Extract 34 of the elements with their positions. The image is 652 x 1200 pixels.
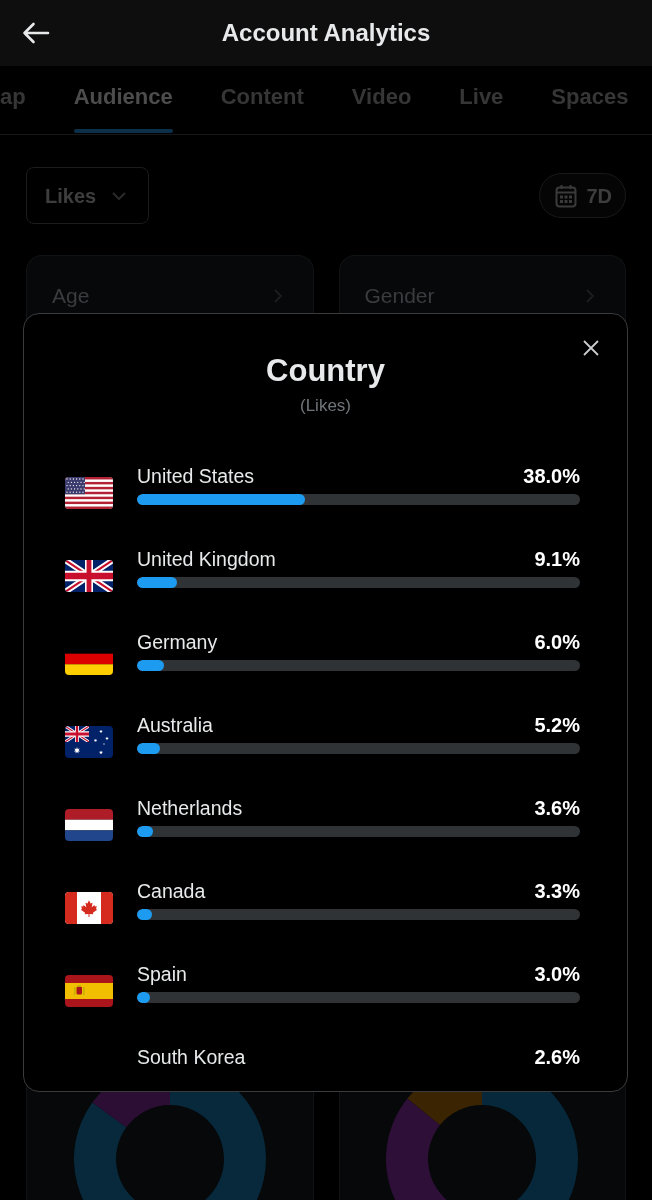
page-title: Account Analytics [221,18,431,48]
calendar-icon [555,183,578,208]
us-flag-icon [65,477,113,509]
back-arrow-icon[interactable] [22,22,50,44]
close-icon[interactable] [583,340,599,356]
date-range-button[interactable]: 7D [539,173,626,218]
australian-flag-icon [65,726,113,758]
uk-flag-icon [65,560,113,592]
percentage-value: 3.3% [534,879,580,903]
chevron-right-icon [273,289,282,303]
country-name: United States [137,464,255,488]
country-name: Australia [137,713,213,737]
country-name: South Korea [137,1045,246,1069]
tab[interactable]: Audience [73,66,173,134]
modal-subtitle: (Likes) [300,396,351,416]
metric-dropdown[interactable]: Likes [26,167,150,224]
spanish-flag-icon [65,975,113,1007]
percentage-value: 38.0% [523,464,580,488]
dutch-flag-icon [65,809,113,841]
chevron-down-icon [112,191,127,200]
chevron-right-icon [586,289,594,303]
percentage-value: 3.0% [534,962,580,986]
percentage-value: 9.1% [534,547,580,571]
percentage-value: 6.0% [534,630,580,654]
country-name: Canada [137,879,206,903]
percentage-value: 3.6% [534,796,580,820]
country-name: Germany [137,630,218,654]
country-name: Spain [137,962,187,986]
modal-title: Country [266,352,385,390]
percentage-value: 5.2% [534,713,580,737]
percentage-value: 2.6% [534,1045,580,1069]
country-name: United Kingdom [137,547,276,571]
canadian-flag-icon [65,892,113,924]
country-name: Netherlands [137,796,243,820]
